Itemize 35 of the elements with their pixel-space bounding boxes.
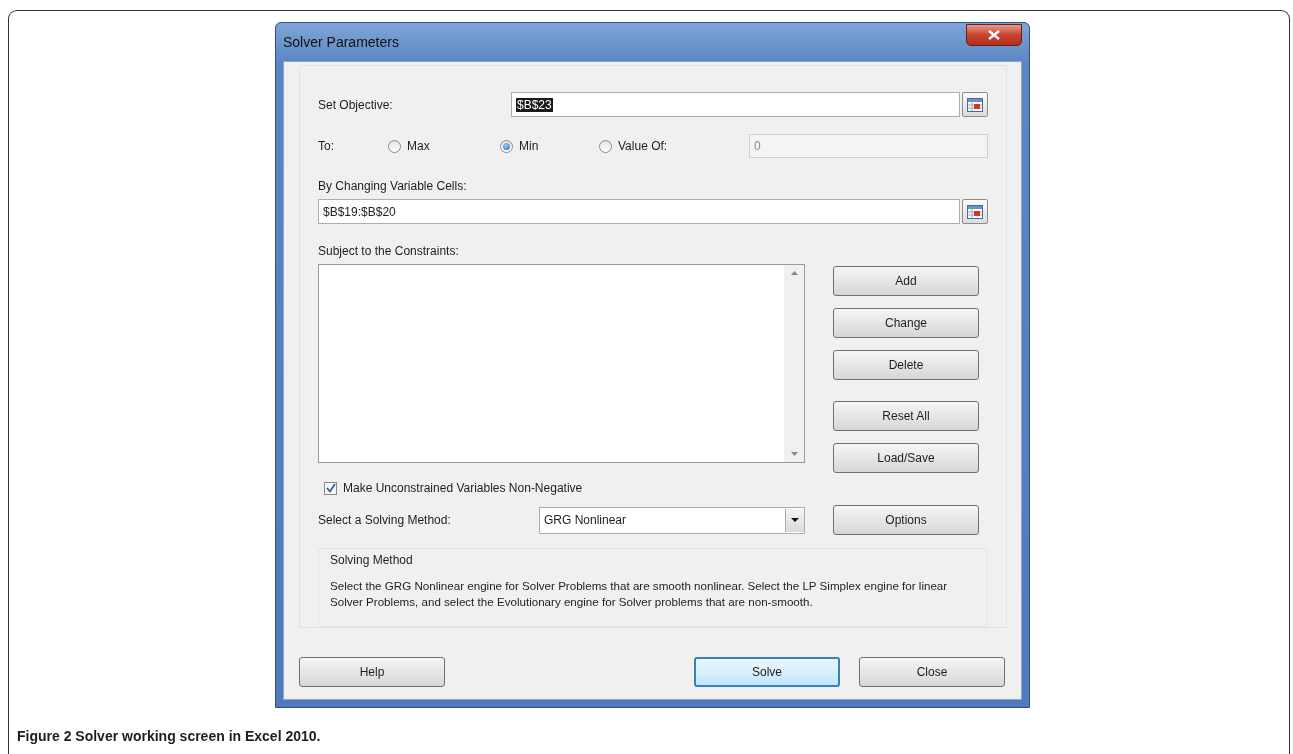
range-select-icon [967, 204, 983, 219]
field-label: Select a Solving Method: [318, 513, 452, 527]
action-button[interactable]: Reset All [833, 401, 979, 431]
scrollbar[interactable] [784, 265, 804, 462]
action-button[interactable]: Load/Save [833, 443, 979, 473]
figure-caption: Figure 2 Solver working screen in Excel 2010. [17, 728, 322, 744]
radio-option[interactable]: Min [500, 139, 599, 153]
range-select-button[interactable] [962, 92, 988, 117]
field-label: Subject to the Constraints: [318, 244, 460, 258]
options-button[interactable]: Options [833, 505, 979, 535]
radio-option[interactable]: Max [388, 139, 500, 153]
range-select-button[interactable] [962, 199, 988, 224]
field-label: Set Objective: [318, 97, 394, 112]
dialog-button[interactable]: Solve [694, 657, 840, 687]
scroll-up-icon [790, 271, 798, 275]
range-select-icon [967, 97, 983, 112]
method-dropdown[interactable]: GRG Nonlinear [539, 506, 805, 534]
window-title: Solver Parameters [283, 34, 399, 50]
panel-title: Solving Method [330, 553, 414, 567]
action-button[interactable]: Delete [833, 350, 979, 380]
radio-option[interactable]: Value Of: [599, 139, 749, 153]
action-button[interactable]: Change [833, 308, 979, 338]
variable-cells-field[interactable]: $B$19:$B$20 [318, 199, 960, 224]
description-text: Select the GRG Nonlinear engine for Solver Problems that are smooth nonlinear. Select the LP Simplex engine for linear Solver Problems, and select the Evolutionary engine for Solver problems that are non-smooth. [330, 578, 949, 610]
action-button[interactable]: Add [833, 266, 979, 296]
objective-field[interactable]: $B$23 [511, 92, 960, 117]
field-label: By Changing Variable Cells: [318, 179, 468, 193]
scroll-down-icon [790, 452, 798, 456]
dialog-button[interactable]: Close [859, 657, 1005, 687]
close-button[interactable] [966, 24, 1022, 46]
dropdown-arrow-icon [791, 518, 799, 522]
dialog-button[interactable]: Help [299, 657, 445, 687]
close-icon [988, 30, 1000, 40]
checkbox-option[interactable]: Make Unconstrained Variables Non-Negative [324, 481, 988, 495]
field-label: To: [318, 139, 335, 153]
